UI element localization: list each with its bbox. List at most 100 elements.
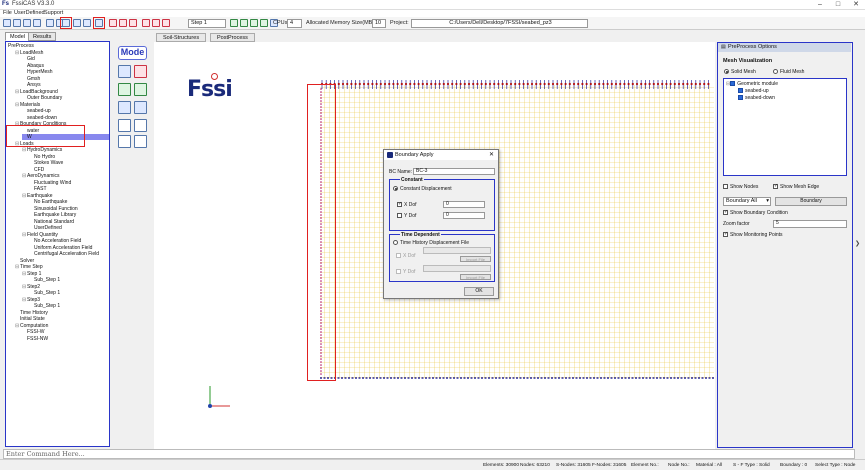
tree-item[interactable]: ⊟Field Quantity bbox=[22, 232, 58, 238]
import-file-x-button[interactable]: Import File bbox=[460, 256, 491, 262]
add-node-icon[interactable] bbox=[118, 65, 131, 78]
menu-file[interactable]: File bbox=[3, 10, 12, 17]
tree-item[interactable]: CFD bbox=[29, 167, 44, 173]
tree-item[interactable]: Gmsh bbox=[22, 76, 40, 82]
show-nodes-checkbox[interactable]: Show Nodes bbox=[723, 184, 758, 190]
boundary-button[interactable]: Boundary bbox=[775, 197, 847, 206]
tree-item[interactable]: ⊟Computation bbox=[15, 323, 48, 329]
run-icon[interactable] bbox=[109, 19, 117, 27]
seabed-down-item[interactable]: seabed-down bbox=[738, 95, 775, 101]
tree-item[interactable]: Sub_Step 1 bbox=[29, 303, 60, 309]
boundary-all-select[interactable]: Boundary All ▾ bbox=[723, 197, 771, 206]
tree-item[interactable]: Sinusoidal Function bbox=[29, 206, 78, 212]
y-dof-file-select[interactable] bbox=[423, 265, 491, 272]
chart-icon[interactable] bbox=[83, 19, 91, 27]
constant-disp-radio[interactable]: Constant Displacement bbox=[393, 186, 452, 192]
step-select[interactable]: Step 1 bbox=[188, 19, 226, 28]
show-monitor-checkbox[interactable]: Show Monitoring Points bbox=[723, 231, 783, 238]
tree-item[interactable]: HyperMesh bbox=[22, 69, 53, 75]
tree-item[interactable]: FSSI-NW bbox=[22, 336, 48, 342]
tree-item[interactable]: ⊟Time Step bbox=[15, 264, 43, 270]
seabed-up-item[interactable]: seabed-up bbox=[738, 88, 769, 94]
tree-item[interactable]: No Acceleration Field bbox=[29, 238, 81, 244]
tree-item[interactable]: ⊟HydroDynamics bbox=[22, 147, 62, 153]
tree-item[interactable]: ⊟Step3 bbox=[22, 297, 40, 303]
move-z-icon[interactable] bbox=[118, 101, 131, 114]
show-mesh-edge-checkbox[interactable]: Show Mesh Edge bbox=[773, 183, 819, 190]
close-icon[interactable]: ✕ bbox=[847, 0, 865, 10]
new-file-icon[interactable] bbox=[3, 19, 11, 27]
tree-item[interactable]: Abaqus bbox=[22, 63, 44, 69]
command-input[interactable]: Enter Command Here... bbox=[3, 449, 855, 459]
add-element-icon[interactable] bbox=[134, 65, 147, 78]
tree-item[interactable]: Stokes Wave bbox=[29, 160, 63, 166]
animation-icon[interactable] bbox=[162, 19, 170, 27]
tree-item[interactable]: National Standard bbox=[29, 219, 74, 225]
tree-item[interactable]: PreProcess bbox=[8, 43, 34, 49]
tree-item[interactable]: Outer Boundary bbox=[22, 95, 62, 101]
tab-results[interactable]: Results bbox=[28, 32, 57, 41]
y-dof2-checkbox[interactable]: Y Dof bbox=[396, 269, 415, 275]
tree-item[interactable]: FAST bbox=[29, 186, 47, 192]
dialog-close-icon[interactable]: ✕ bbox=[489, 151, 494, 158]
plot-icon[interactable] bbox=[152, 19, 160, 27]
step-next-icon[interactable] bbox=[250, 19, 258, 27]
step-first-icon[interactable] bbox=[230, 19, 238, 27]
tree-item[interactable]: ⊟Step 1 bbox=[22, 271, 41, 277]
add-z2-icon[interactable] bbox=[134, 83, 147, 96]
move-z2-icon[interactable] bbox=[134, 101, 147, 114]
tab-postprocess[interactable]: PostProcess bbox=[210, 33, 255, 42]
panel-collapse-icon[interactable]: ▤ bbox=[721, 44, 726, 50]
tree-item[interactable]: ⊟Step2 bbox=[22, 284, 40, 290]
time-history-radio[interactable]: Time History Displacement File bbox=[393, 240, 469, 246]
fluid-mesh-radio[interactable]: Fluid Mesh bbox=[773, 69, 804, 75]
mode-button[interactable]: Mode bbox=[118, 46, 147, 60]
tree-item[interactable]: seabed-up bbox=[22, 108, 51, 114]
tree-item[interactable]: seabed-down bbox=[22, 115, 57, 121]
tree-item[interactable]: Gid bbox=[22, 56, 35, 62]
tree-item[interactable]: Fluctuating Wind bbox=[29, 180, 71, 186]
save-icon[interactable] bbox=[23, 19, 31, 27]
step-last-icon[interactable] bbox=[260, 19, 268, 27]
tree-item[interactable]: ⊟AeroDynamics bbox=[22, 173, 60, 179]
tree-item[interactable]: Earthquake Library bbox=[29, 212, 76, 218]
tree-item[interactable]: ⊟LoadMesh bbox=[15, 50, 43, 56]
solid-mesh-radio[interactable]: Solid Mesh bbox=[724, 69, 756, 75]
export-icon[interactable] bbox=[33, 19, 41, 27]
ok-button[interactable]: OK bbox=[464, 287, 494, 296]
y-dof-input[interactable]: 0 bbox=[443, 212, 485, 219]
zoom-factor-input[interactable]: 5 bbox=[773, 220, 847, 228]
bc-name-input[interactable]: BC-3 bbox=[413, 168, 495, 175]
x-dof-file-select[interactable] bbox=[423, 247, 491, 254]
import-file-y-button[interactable]: Import File bbox=[460, 274, 491, 280]
tree-item[interactable]: ⊟LoadBackground bbox=[15, 89, 58, 95]
run-all-icon[interactable] bbox=[119, 19, 127, 27]
tree-item[interactable]: Initial State bbox=[15, 316, 45, 322]
tree-item[interactable]: Solver bbox=[15, 258, 34, 264]
expand-right-icon[interactable]: ❯ bbox=[855, 240, 860, 247]
tree-item[interactable]: Centrifugal Acceleration Field bbox=[29, 251, 99, 257]
show-bc-checkbox[interactable]: Show Boundary Condition bbox=[723, 209, 788, 216]
open-file-icon[interactable] bbox=[13, 19, 21, 27]
ws-icon[interactable] bbox=[134, 119, 147, 132]
tree-item[interactable]: UserDefined bbox=[29, 225, 62, 231]
tree-item[interactable]: ⊟Materials bbox=[15, 102, 40, 108]
grid-icon[interactable] bbox=[62, 19, 70, 27]
x-dof-input[interactable]: 0 bbox=[443, 201, 485, 208]
y-dof-checkbox[interactable]: Y Dof bbox=[397, 213, 416, 219]
project-path-field[interactable]: C:/Users/Dell/Desktop/7FSSI/seabed_pz3 bbox=[411, 19, 588, 28]
es-icon[interactable] bbox=[118, 119, 131, 132]
menu-support[interactable]: Support bbox=[44, 10, 63, 17]
add-z-icon[interactable] bbox=[118, 83, 131, 96]
minimize-icon[interactable]: – bbox=[811, 0, 829, 10]
step-prev-icon[interactable] bbox=[240, 19, 248, 27]
menu-userdefined[interactable]: UserDefined bbox=[14, 10, 45, 17]
tree-item[interactable]: Uniform Acceleration Field bbox=[29, 245, 92, 251]
tree-item[interactable]: Time History bbox=[15, 310, 48, 316]
tree-item[interactable]: ⊟Earthquake bbox=[22, 193, 53, 199]
grid-fine-icon[interactable] bbox=[73, 19, 81, 27]
tree-item[interactable]: Sub_Step 1 bbox=[29, 277, 60, 283]
memory-input[interactable]: 10 bbox=[372, 19, 386, 28]
post-icon[interactable] bbox=[142, 19, 150, 27]
wn-icon[interactable] bbox=[118, 135, 131, 148]
